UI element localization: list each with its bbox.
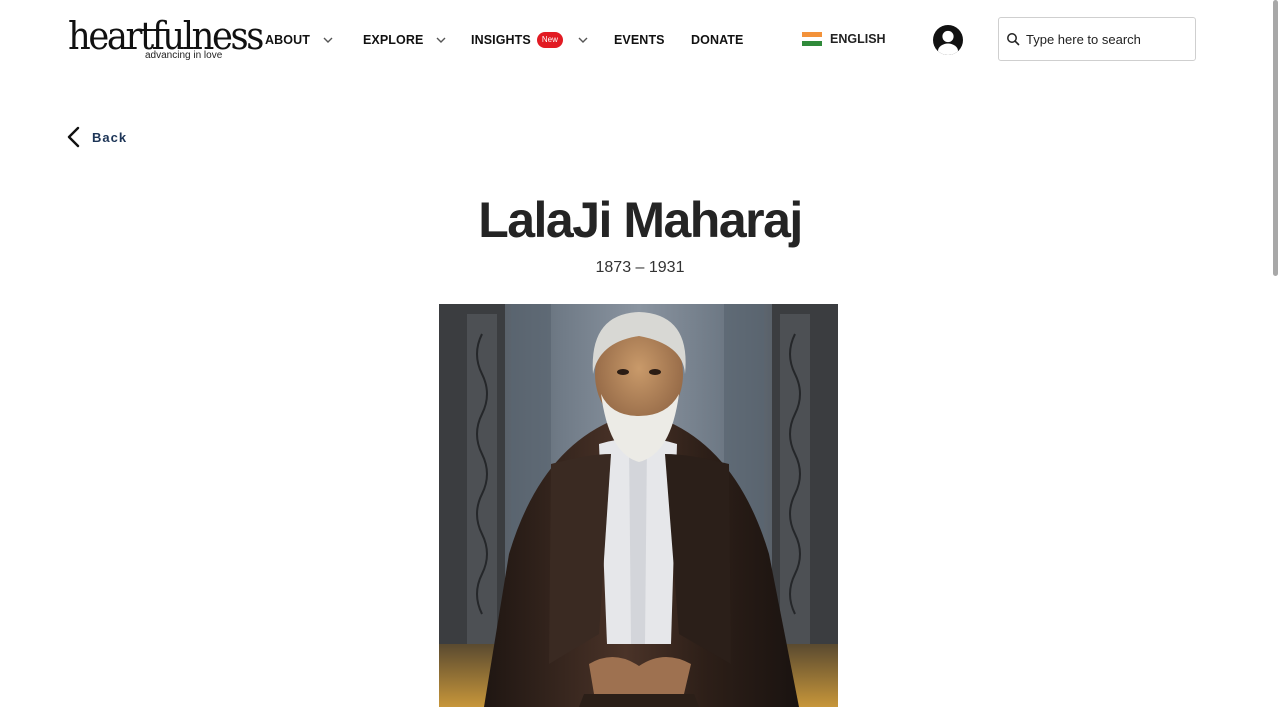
india-flag-icon (802, 32, 822, 47)
nav-about-label: ABOUT (265, 33, 310, 47)
nav-insights[interactable]: INSIGHTS New (471, 30, 589, 50)
nav-insights-label: INSIGHTS (471, 33, 531, 47)
portrait-illustration (439, 304, 838, 707)
nav-events[interactable]: EVENTS (614, 30, 665, 50)
logo-tagline: advancing in love (145, 50, 223, 61)
nav-donate-label: DONATE (691, 33, 744, 47)
new-badge: New (536, 32, 563, 48)
chevron-down-icon (323, 37, 333, 43)
user-avatar-icon[interactable] (932, 24, 964, 56)
language-selector[interactable]: ENGLISH (802, 32, 886, 47)
life-dates: 1873 – 1931 (595, 259, 685, 276)
scrollbar-thumb[interactable] (1273, 0, 1278, 276)
page-title: LalaJi Maharaj (478, 192, 803, 248)
nav-about[interactable]: ABOUT (265, 30, 334, 50)
nav-explore[interactable]: EXPLORE (363, 30, 447, 50)
chevron-left-icon (67, 126, 80, 148)
search-input[interactable] (1026, 31, 1186, 47)
language-label: ENGLISH (830, 32, 886, 46)
site-header: heartfulness advancing in love ABOUT EXP… (0, 0, 1270, 80)
page-scrollbar[interactable] (1270, 0, 1280, 720)
heartfulness-logo[interactable]: heartfulness advancing in love (68, 14, 264, 64)
chevron-down-icon (578, 37, 588, 43)
chevron-down-icon (436, 37, 446, 43)
back-link[interactable]: Back (66, 126, 127, 148)
back-label: Back (92, 129, 128, 145)
nav-explore-label: EXPLORE (363, 33, 424, 47)
portrait-image (439, 304, 838, 707)
search-box[interactable] (998, 17, 1196, 61)
nav-events-label: EVENTS (614, 33, 665, 47)
nav-donate[interactable]: DONATE (691, 30, 743, 50)
search-icon (1007, 33, 1020, 46)
